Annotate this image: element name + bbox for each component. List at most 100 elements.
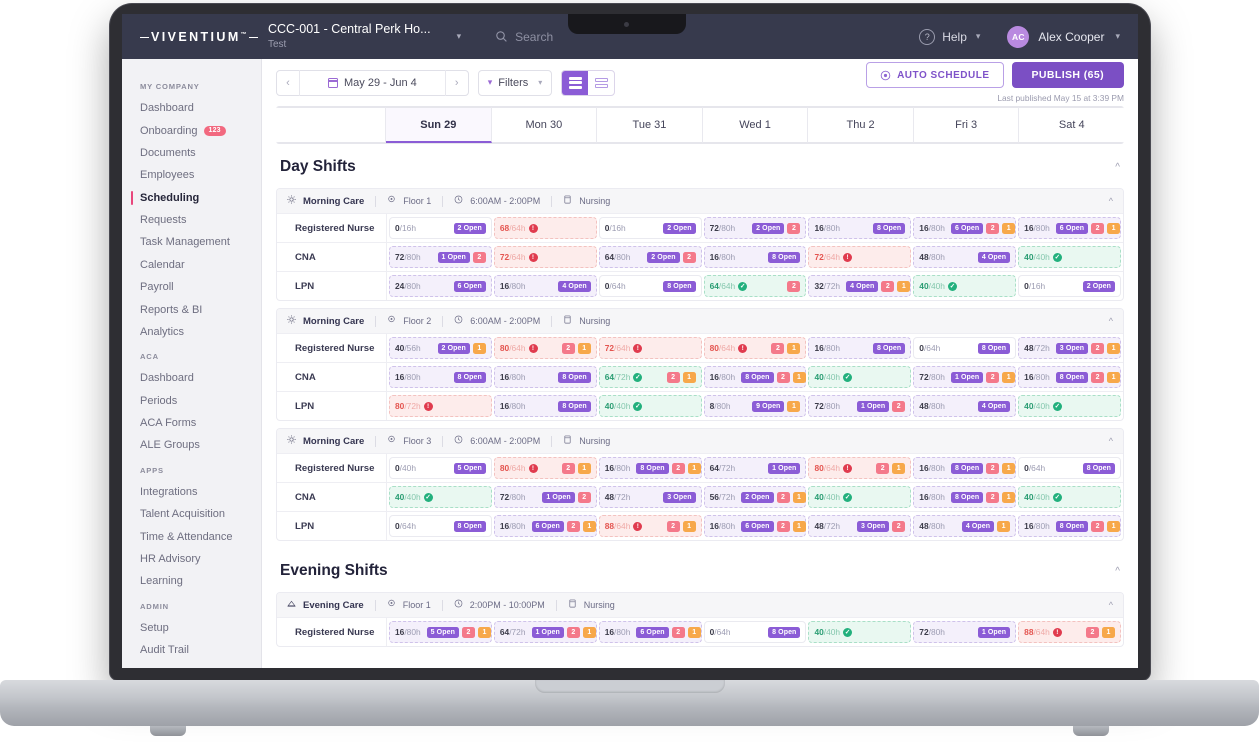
schedule-cell[interactable]: 72/64h! xyxy=(808,246,911,268)
sidebar-item-setup[interactable]: Setup xyxy=(122,617,261,639)
next-week-button[interactable]: › xyxy=(446,77,468,89)
schedule-cell[interactable]: 40/40h✓ xyxy=(1018,486,1121,508)
open-shifts-badge[interactable]: 8 Open xyxy=(951,463,983,474)
schedule-cell[interactable]: 48/80h4 Open xyxy=(913,395,1016,417)
open-shifts-badge[interactable]: 6 Open xyxy=(532,521,564,532)
open-shifts-badge[interactable]: 4 Open xyxy=(978,252,1010,263)
open-shifts-badge[interactable]: 4 Open xyxy=(558,281,590,292)
schedule-cell[interactable]: 0/16h2 Open xyxy=(599,217,702,239)
schedule-cell[interactable]: 72/80h1 Open21 xyxy=(913,366,1016,388)
conflict-badge[interactable]: 2 xyxy=(986,372,999,383)
schedule-cell[interactable]: 16/80h4 Open xyxy=(494,275,597,297)
warning-badge[interactable]: 1 xyxy=(1107,372,1120,383)
sidebar-item-requests[interactable]: Requests xyxy=(122,209,261,231)
warning-badge[interactable]: 1 xyxy=(1002,372,1015,383)
schedule-cell[interactable]: 16/80h8 Open21 xyxy=(1018,366,1121,388)
open-shifts-badge[interactable]: 3 Open xyxy=(663,492,695,503)
warning-badge[interactable]: 1 xyxy=(583,521,596,532)
conflict-badge[interactable]: 2 xyxy=(1086,627,1099,638)
warning-badge[interactable]: 1 xyxy=(688,463,701,474)
conflict-badge[interactable]: 2 xyxy=(777,492,790,503)
open-shifts-badge[interactable]: 8 Open xyxy=(768,627,800,638)
conflict-badge[interactable]: 2 xyxy=(567,627,580,638)
conflict-badge[interactable]: 2 xyxy=(562,343,575,354)
schedule-cell[interactable]: 40/40h✓ xyxy=(913,275,1016,297)
open-shifts-badge[interactable]: 8 Open xyxy=(978,343,1010,354)
conflict-badge[interactable]: 2 xyxy=(986,492,999,503)
schedule-cell[interactable]: 16/80h8 Open xyxy=(808,217,911,239)
schedule-cell[interactable]: 64/64h✓2 xyxy=(704,275,807,297)
date-range-picker[interactable]: May 29 - Jun 4 xyxy=(300,77,445,89)
warning-badge[interactable]: 1 xyxy=(793,521,806,532)
schedule-cell[interactable]: 72/80h1 Open xyxy=(913,621,1016,643)
open-shifts-badge[interactable]: 1 Open xyxy=(542,492,574,503)
schedule-cell[interactable]: 0/64h8 Open xyxy=(704,621,807,643)
conflict-badge[interactable]: 2 xyxy=(578,492,591,503)
open-shifts-badge[interactable]: 6 Open xyxy=(951,223,983,234)
warning-badge[interactable]: 1 xyxy=(1107,223,1120,234)
open-shifts-badge[interactable]: 5 Open xyxy=(454,463,486,474)
conflict-badge[interactable]: 2 xyxy=(567,521,580,532)
warning-badge[interactable]: 1 xyxy=(583,627,596,638)
schedule-cell[interactable]: 40/40h✓ xyxy=(808,621,911,643)
schedule-cell[interactable]: 0/16h2 Open xyxy=(389,217,492,239)
schedule-cell[interactable]: 16/80h8 Open21 xyxy=(913,486,1016,508)
schedule-cell[interactable]: 16/80h8 Open21 xyxy=(599,457,702,479)
sidebar-item-analytics[interactable]: Analytics xyxy=(122,321,261,343)
view-toggle-list[interactable] xyxy=(562,71,588,95)
schedule-cell[interactable]: 88/64h!21 xyxy=(1018,621,1121,643)
open-shifts-badge[interactable]: 1 Open xyxy=(951,372,983,383)
warning-badge[interactable]: 1 xyxy=(1102,627,1115,638)
day-tab-tue-31[interactable]: Tue 31 xyxy=(597,107,703,143)
open-shifts-badge[interactable]: 4 Open xyxy=(978,401,1010,412)
open-shifts-badge[interactable]: 8 Open xyxy=(454,521,486,532)
open-shifts-badge[interactable]: 8 Open xyxy=(951,492,983,503)
open-shifts-badge[interactable]: 8 Open xyxy=(1056,372,1088,383)
sidebar-item-talent-acquisition[interactable]: Talent Acquisition xyxy=(122,503,261,525)
schedule-cell[interactable]: 16/80h5 Open21 xyxy=(389,621,492,643)
conflict-badge[interactable]: 2 xyxy=(683,252,696,263)
open-shifts-badge[interactable]: 1 Open xyxy=(768,463,800,474)
open-shifts-badge[interactable]: 8 Open xyxy=(873,223,905,234)
schedule-cell[interactable]: 80/64h!21 xyxy=(494,457,597,479)
conflict-badge[interactable]: 2 xyxy=(777,372,790,383)
shift-group-header[interactable]: Evening CareFloor 12:00PM - 10:00PMNursi… xyxy=(277,593,1123,617)
schedule-cell[interactable]: 80/64h!21 xyxy=(494,337,597,359)
chevron-up-icon[interactable]: ^ xyxy=(1109,436,1113,446)
open-shifts-badge[interactable]: 1 Open xyxy=(532,627,564,638)
warning-badge[interactable]: 1 xyxy=(897,281,910,292)
day-tab-mon-30[interactable]: Mon 30 xyxy=(492,107,598,143)
schedule-cell[interactable]: 16/80h6 Open21 xyxy=(599,621,702,643)
search-input[interactable]: Search xyxy=(495,30,553,44)
help-menu[interactable]: ? Help ▾ xyxy=(919,29,980,45)
shift-group-header[interactable]: Morning CareFloor 36:00AM - 2:00PMNursin… xyxy=(277,429,1123,453)
warning-badge[interactable]: 1 xyxy=(787,401,800,412)
open-shifts-badge[interactable]: 3 Open xyxy=(857,521,889,532)
sidebar-item-onboarding[interactable]: Onboarding123 xyxy=(122,119,261,141)
open-shifts-badge[interactable]: 2 Open xyxy=(454,223,486,234)
schedule-cell[interactable]: 0/64h8 Open xyxy=(389,515,492,537)
schedule-cell[interactable]: 64/72h✓21 xyxy=(599,366,702,388)
schedule-cell[interactable]: 80/64h!21 xyxy=(808,457,911,479)
open-shifts-badge[interactable]: 8 Open xyxy=(741,372,773,383)
open-shifts-badge[interactable]: 8 Open xyxy=(1056,521,1088,532)
sidebar-item-employees[interactable]: Employees xyxy=(122,164,261,186)
sidebar-item-calendar[interactable]: Calendar xyxy=(122,254,261,276)
shift-group-header[interactable]: Morning CareFloor 16:00AM - 2:00PMNursin… xyxy=(277,189,1123,213)
conflict-badge[interactable]: 2 xyxy=(473,252,486,263)
publish-button[interactable]: PUBLISH (65) xyxy=(1012,62,1124,88)
chevron-down-icon[interactable]: ▾ xyxy=(1115,31,1120,42)
sidebar-item-reports-bi[interactable]: Reports & BI xyxy=(122,298,261,320)
schedule-cell[interactable]: 48/72h3 Open xyxy=(599,486,702,508)
schedule-cell[interactable]: 64/72h1 Open21 xyxy=(494,621,597,643)
open-shifts-badge[interactable]: 4 Open xyxy=(846,281,878,292)
schedule-cell[interactable]: 40/40h✓ xyxy=(808,366,911,388)
conflict-badge[interactable]: 2 xyxy=(1091,223,1104,234)
warning-badge[interactable]: 1 xyxy=(1002,463,1015,474)
open-shifts-badge[interactable]: 8 Open xyxy=(454,372,486,383)
open-shifts-badge[interactable]: 6 Open xyxy=(1056,223,1088,234)
warning-badge[interactable]: 1 xyxy=(478,627,491,638)
sidebar-item-learning[interactable]: Learning xyxy=(122,570,261,592)
sidebar-item-periods[interactable]: Periods xyxy=(122,390,261,412)
view-toggle-compact[interactable] xyxy=(588,71,614,95)
